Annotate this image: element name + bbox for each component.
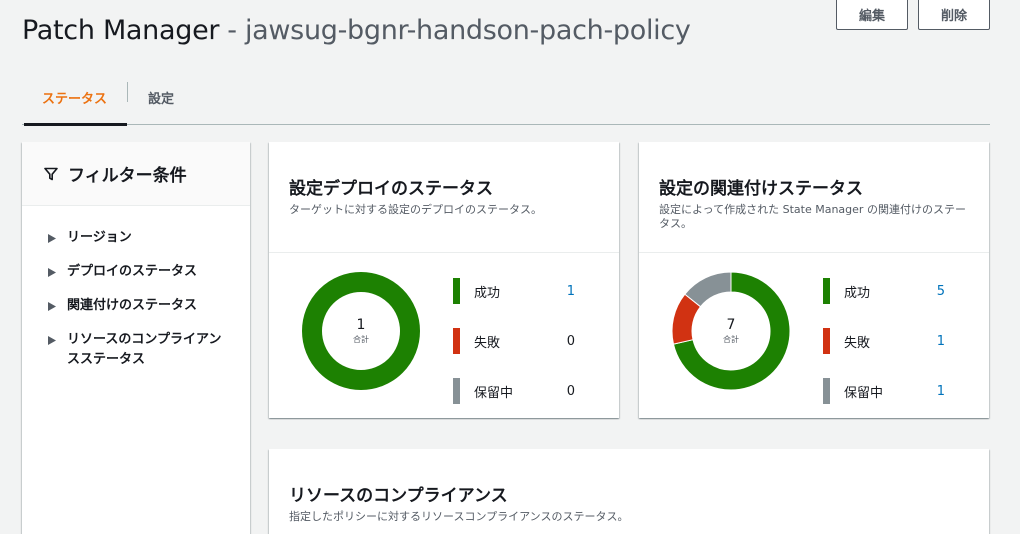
- filter-item-label: デプロイのステータス: [67, 264, 198, 279]
- card-header: 設定デプロイのステータス ターゲットに対する設定のデプロイのステータス。: [269, 142, 619, 253]
- legend-row-failed: 失敗 1: [823, 316, 953, 366]
- caret-right-icon: [48, 234, 56, 243]
- filter-icon: [44, 167, 58, 180]
- title-separator: -: [227, 14, 237, 46]
- filter-item-label: リージョン: [67, 230, 132, 245]
- legend-label: 失敗: [844, 335, 871, 351]
- tab-status[interactable]: ステータス: [22, 70, 128, 126]
- filter-header: フィルター条件: [22, 142, 250, 206]
- filter-item-deploy-status[interactable]: デプロイのステータス: [48, 262, 250, 282]
- legend-swatch: [453, 278, 460, 304]
- donut-total: 7: [726, 316, 736, 333]
- legend-row-success: 成功 1: [453, 266, 583, 316]
- legend-swatch: [823, 328, 830, 354]
- legend-value: 0: [566, 333, 575, 349]
- page-header: Patch Manager - jawsug-bgnr-handson-pach…: [22, 10, 691, 50]
- filter-item-label: 関連付けのステータス: [67, 298, 198, 313]
- legend-value-link[interactable]: 5: [937, 284, 945, 299]
- legend-swatch: [453, 378, 460, 404]
- resource-compliance-card: リソースのコンプライアンス 指定したポリシーに対するリソースコンプライアンスのス…: [269, 449, 989, 534]
- filter-panel: フィルター条件 リージョン デプロイのステータス 関連付けのステータス リソース…: [22, 142, 250, 534]
- filter-list: リージョン デプロイのステータス 関連付けのステータス リソースのコンプライアン…: [22, 206, 250, 370]
- legend-swatch: [823, 378, 830, 404]
- card-description: 設定によって作成された State Manager の関連付けのステータス。: [659, 203, 966, 230]
- card-header: リソースのコンプライアンス 指定したポリシーに対するリソースコンプライアンスのス…: [269, 449, 989, 534]
- legend-row-pending: 保留中 0: [453, 366, 583, 416]
- donut-total-label: 合計: [723, 334, 739, 344]
- legend-value-link[interactable]: 1: [937, 334, 945, 349]
- legend-value-link[interactable]: 1: [567, 284, 575, 299]
- policy-name: jawsug-bgnr-handson-pach-policy: [244, 14, 691, 46]
- tab-settings[interactable]: 設定: [128, 70, 194, 124]
- card-title: リソースのコンプライアンス: [289, 486, 508, 506]
- page-title: Patch Manager: [22, 14, 220, 46]
- filter-item-compliance-status[interactable]: リソースのコンプライアンスステータス: [48, 330, 250, 370]
- association-status-card: 設定の関連付けステータス 設定によって作成された State Manager の…: [639, 142, 989, 418]
- legend-row-success: 成功 5: [823, 266, 953, 316]
- chart-legend: 成功 1 失敗 0 保留中 0: [453, 266, 583, 416]
- caret-right-icon: [48, 336, 56, 345]
- donut-total-label: 合計: [353, 334, 369, 344]
- legend-label: 失敗: [474, 335, 501, 351]
- card-description: 指定したポリシーに対するリソースコンプライアンスのステータス。: [289, 510, 629, 523]
- legend-row-failed: 失敗 0: [453, 316, 583, 366]
- filter-item-region[interactable]: リージョン: [48, 228, 250, 248]
- donut-chart: 1 合計: [301, 271, 421, 391]
- deploy-status-card: 設定デプロイのステータス ターゲットに対する設定のデプロイのステータス。 1 合…: [269, 142, 619, 418]
- donut-total: 1: [356, 316, 366, 333]
- chart-legend: 成功 5 失敗 1 保留中 1: [823, 266, 953, 416]
- card-title: 設定デプロイのステータス: [289, 179, 493, 199]
- legend-swatch: [823, 278, 830, 304]
- card-header: 設定の関連付けステータス 設定によって作成された State Manager の…: [639, 142, 989, 253]
- legend-label: 成功: [474, 285, 501, 301]
- legend-row-pending: 保留中 1: [823, 366, 953, 416]
- edit-button[interactable]: 編集: [836, 0, 908, 30]
- legend-value: 0: [566, 383, 575, 399]
- delete-button[interactable]: 削除: [918, 0, 990, 30]
- filter-item-association-status[interactable]: 関連付けのステータス: [48, 296, 250, 316]
- card-title: 設定の関連付けステータス: [659, 179, 863, 199]
- legend-swatch: [453, 328, 460, 354]
- caret-right-icon: [48, 268, 56, 277]
- card-description: ターゲットに対する設定のデプロイのステータス。: [289, 203, 542, 216]
- filter-title: フィルター条件: [68, 166, 187, 186]
- legend-label: 保留中: [844, 385, 884, 401]
- donut-center: 1 合計: [301, 271, 421, 391]
- legend-value-link[interactable]: 1: [937, 384, 945, 399]
- filter-item-label: リソースのコンプライアンスステータス: [67, 332, 222, 367]
- donut-center: 7 合計: [671, 271, 791, 391]
- caret-right-icon: [48, 302, 56, 311]
- donut-chart: 7 合計: [671, 271, 791, 391]
- legend-label: 保留中: [474, 385, 514, 401]
- tab-bar: ステータス 設定: [22, 70, 990, 126]
- legend-label: 成功: [844, 285, 871, 301]
